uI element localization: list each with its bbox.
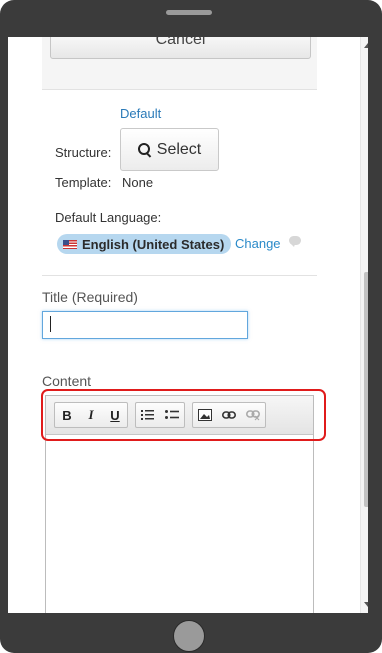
- vertical-scrollbar[interactable]: [360, 37, 368, 613]
- title-label: Title (Required): [42, 289, 138, 305]
- default-language-label: Default Language:: [55, 210, 162, 225]
- text-cursor: [50, 316, 51, 332]
- title-input[interactable]: [42, 311, 248, 339]
- help-icon[interactable]: [289, 236, 301, 247]
- structure-label: Structure:: [55, 145, 112, 160]
- search-icon: [137, 142, 152, 157]
- actions-panel: Cancel: [42, 37, 317, 90]
- change-language-link[interactable]: Change: [235, 236, 281, 251]
- cancel-button[interactable]: Cancel: [50, 37, 311, 59]
- device-frame: Cancel Default Structure: Select Templat…: [0, 0, 382, 653]
- screen: Cancel Default Structure: Select Templat…: [8, 37, 368, 613]
- toolbar-highlight-box: [41, 389, 326, 441]
- language-badge: English (United States): [57, 234, 232, 254]
- scroll-up-arrow-icon[interactable]: [364, 43, 368, 48]
- content-label: Content: [42, 373, 92, 389]
- speaker-grille: [166, 10, 212, 15]
- select-structure-button[interactable]: Select: [120, 128, 219, 171]
- structure-default-label: Default: [120, 106, 162, 121]
- template-label: Template:: [55, 175, 112, 190]
- template-value: None: [122, 175, 154, 190]
- section-divider: [42, 275, 317, 276]
- language-value: English (United States): [82, 236, 225, 252]
- scroll-down-arrow-icon[interactable]: [364, 602, 368, 607]
- scrollbar-thumb[interactable]: [364, 272, 368, 507]
- home-button[interactable]: [173, 620, 205, 652]
- us-flag-icon: [63, 239, 77, 249]
- select-button-label: Select: [156, 140, 202, 158]
